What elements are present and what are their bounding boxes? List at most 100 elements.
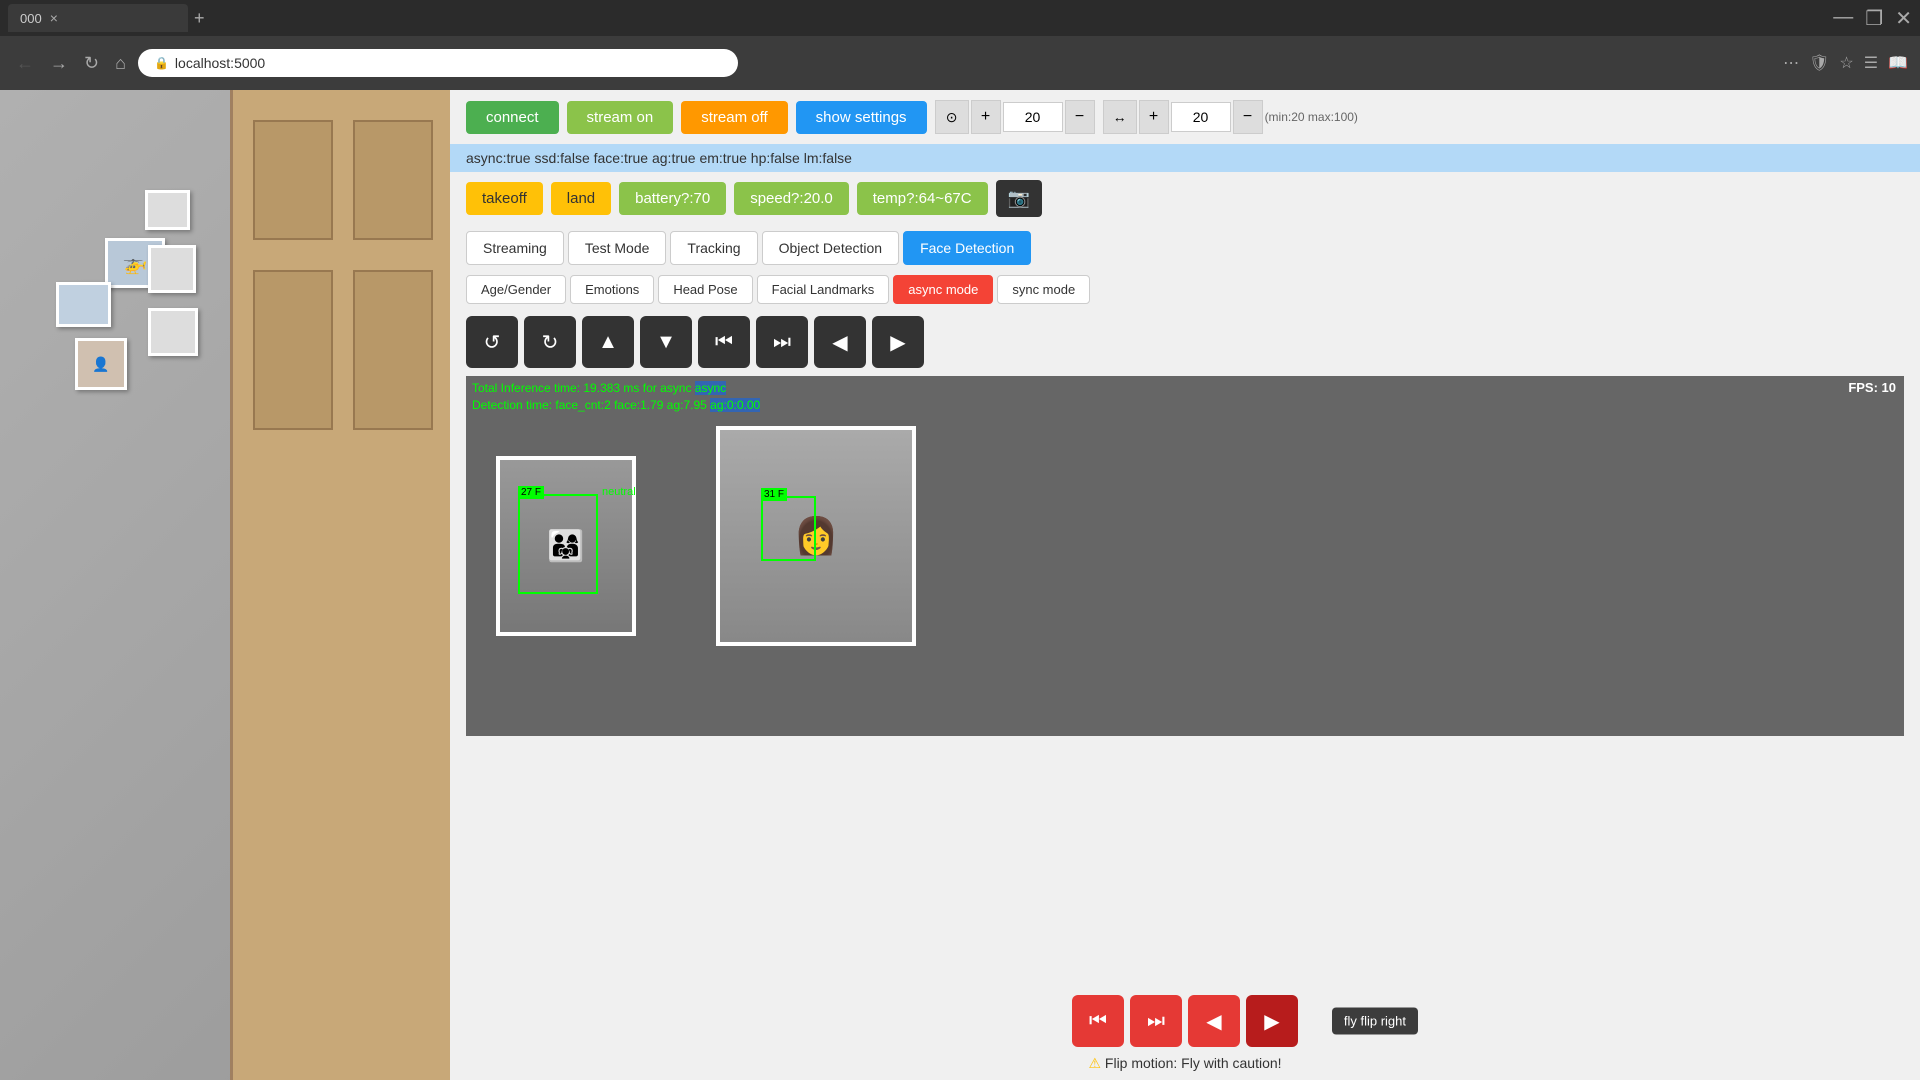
new-tab-btn[interactable]: +: [194, 8, 205, 29]
subtab-sync-mode[interactable]: sync mode: [997, 275, 1090, 304]
door-panel-bottom-right: [353, 270, 433, 430]
counter-group-2: ↔ + 20 − (min:20 max:100): [1103, 100, 1358, 134]
inference-line2-highlight: ag:0:0.00: [710, 398, 760, 412]
counter1-minus-btn[interactable]: −: [1065, 100, 1095, 134]
tab-title: 000: [20, 11, 42, 26]
lock-icon: 🔒: [154, 56, 169, 70]
subtab-head-pose[interactable]: Head Pose: [658, 275, 752, 304]
bottom-controls: ⏮ ⏭ ◀ ▶ fly flip right ⚠ Flip motion: Fl…: [450, 987, 1920, 1080]
subtab-age-gender[interactable]: Age/Gender: [466, 275, 566, 304]
bottom-left-btn[interactable]: ◀: [1188, 995, 1240, 1047]
inference-line1: Total Inference time: 19.383 ms for asyn…: [472, 380, 760, 397]
counter-icon-2: ↔: [1103, 100, 1137, 134]
face-label-2: 31 F: [761, 488, 787, 501]
wall-photo-5: [148, 308, 198, 356]
reading-mode[interactable]: 📖: [1888, 53, 1908, 73]
tab-test-mode[interactable]: Test Mode: [568, 231, 667, 265]
control-bar: takeoff land battery?:70 speed?:20.0 tem…: [450, 172, 1920, 225]
subtab-emotions[interactable]: Emotions: [570, 275, 654, 304]
subtab-async-mode[interactable]: async mode: [893, 275, 993, 304]
toolbar: connect stream on stream off show settin…: [450, 90, 1920, 144]
reload-btn[interactable]: ↻: [80, 49, 103, 78]
fps-badge: FPS: 10: [1848, 380, 1896, 395]
fly-flip-right-tooltip: fly flip right: [1332, 1008, 1418, 1035]
main-area: connect stream on stream off show settin…: [450, 90, 1920, 1080]
counter1-input[interactable]: 20: [1003, 102, 1063, 132]
speed-button[interactable]: speed?:20.0: [734, 182, 849, 215]
fast-forward-btn[interactable]: ⏭: [756, 316, 808, 368]
door-panel-top-left: [253, 120, 333, 240]
bottom-fast-backward-btn[interactable]: ⏮: [1072, 995, 1124, 1047]
battery-button[interactable]: battery?:70: [619, 182, 726, 215]
bottom-direction-buttons: ⏮ ⏭ ◀ ▶ fly flip right: [1072, 995, 1298, 1047]
minimize-btn[interactable]: —: [1833, 6, 1853, 31]
back-btn[interactable]: ←: [12, 49, 38, 78]
shield-icon: 🛡: [1809, 53, 1829, 73]
camera-button[interactable]: 📷: [996, 180, 1042, 217]
home-btn[interactable]: ⌂: [111, 49, 130, 78]
counter-icon-symbol: ⊙: [946, 109, 958, 126]
up-btn[interactable]: ▲: [582, 316, 634, 368]
wall-photo-3: [148, 245, 196, 293]
wall-photo-6: 👤: [75, 338, 127, 390]
counter1-plus-btn[interactable]: +: [971, 100, 1001, 134]
status-text: async:true ssd:false face:true ag:true e…: [466, 150, 852, 166]
counter2-input[interactable]: 20: [1171, 102, 1231, 132]
nav-right: ⋯ 🛡 ☆ ☰ 📖: [1783, 53, 1908, 73]
door-panel-bottom-left: [253, 270, 333, 430]
connect-button[interactable]: connect: [466, 101, 559, 134]
fast-backward-btn[interactable]: ⏮: [698, 316, 750, 368]
tab-bar: 000 × + — ❐ ✕: [0, 0, 1920, 36]
warning-icon: ⚠: [1088, 1055, 1101, 1071]
bookmark-btn[interactable]: ☆: [1839, 53, 1853, 73]
bg-photo-2: 👩: [716, 426, 916, 646]
forward-btn[interactable]: →: [46, 49, 72, 78]
wall-photo-1: [145, 190, 190, 230]
counter2-plus-btn[interactable]: +: [1139, 100, 1169, 134]
wall-background: 🚁 👤: [0, 90, 450, 1080]
right-btn[interactable]: ▶: [872, 316, 924, 368]
face-label-1: 27 F: [518, 486, 544, 499]
land-button[interactable]: land: [551, 182, 611, 215]
show-settings-button[interactable]: show settings: [796, 101, 927, 134]
tab-object-detection[interactable]: Object Detection: [762, 231, 900, 265]
counter-icon-2-symbol: ↔: [1113, 109, 1127, 125]
temp-button[interactable]: temp?:64~67C: [857, 182, 988, 215]
inference-highlight: async: [695, 381, 726, 395]
face-emotion-label: neutral: [602, 486, 636, 498]
sidebar-toggle[interactable]: ☰: [1864, 53, 1878, 73]
camera-sidebar: 🚁 👤: [0, 90, 450, 1080]
down-btn[interactable]: ▼: [640, 316, 692, 368]
tab-tracking[interactable]: Tracking: [670, 231, 757, 265]
inference-overlay: Total Inference time: 19.383 ms for asyn…: [472, 380, 760, 414]
extensions-btn[interactable]: ⋯: [1783, 53, 1799, 73]
stream-off-button[interactable]: stream off: [681, 101, 787, 134]
counter-icon-1: ⊙: [935, 100, 969, 134]
bottom-fast-forward-btn[interactable]: ⏭: [1130, 995, 1182, 1047]
tab-close-btn[interactable]: ×: [50, 10, 58, 26]
video-container: 👨‍👩‍👧 👩 FPS: 10 Total Inference time:: [450, 376, 1920, 987]
url-text: localhost:5000: [175, 55, 265, 71]
nav-bar: ← → ↻ ⌂ 🔒 localhost:5000 ⋯ 🛡 ☆ ☰ 📖: [0, 36, 1920, 90]
door: [230, 90, 450, 1080]
subtab-facial-landmarks[interactable]: Facial Landmarks: [757, 275, 890, 304]
tab-streaming[interactable]: Streaming: [466, 231, 564, 265]
tab-face-detection[interactable]: Face Detection: [903, 231, 1031, 265]
stream-on-button[interactable]: stream on: [567, 101, 674, 134]
restore-btn[interactable]: ❐: [1865, 6, 1883, 31]
rotate-cw-btn[interactable]: ↻: [524, 316, 576, 368]
browser-tab[interactable]: 000 ×: [8, 4, 188, 32]
face-box-2: [761, 496, 816, 561]
rotate-ccw-btn[interactable]: ↺: [466, 316, 518, 368]
bottom-right-btn[interactable]: ▶: [1246, 995, 1298, 1047]
video-feed: 👨‍👩‍👧 👩 FPS: 10 Total Inference time:: [466, 376, 1904, 736]
face-box-1: [518, 494, 598, 594]
url-bar[interactable]: 🔒 localhost:5000: [138, 49, 738, 77]
direction-bar: ↺ ↻ ▲ ▼ ⏮ ⏭ ◀ ▶: [450, 308, 1920, 376]
status-bar: async:true ssd:false face:true ag:true e…: [450, 144, 1920, 172]
counter2-minus-btn[interactable]: −: [1233, 100, 1263, 134]
close-btn[interactable]: ✕: [1895, 6, 1912, 31]
browser-chrome: 000 × + — ❐ ✕ ← → ↻ ⌂ 🔒 localhost:5000 ⋯…: [0, 0, 1920, 90]
left-btn[interactable]: ◀: [814, 316, 866, 368]
takeoff-button[interactable]: takeoff: [466, 182, 543, 215]
